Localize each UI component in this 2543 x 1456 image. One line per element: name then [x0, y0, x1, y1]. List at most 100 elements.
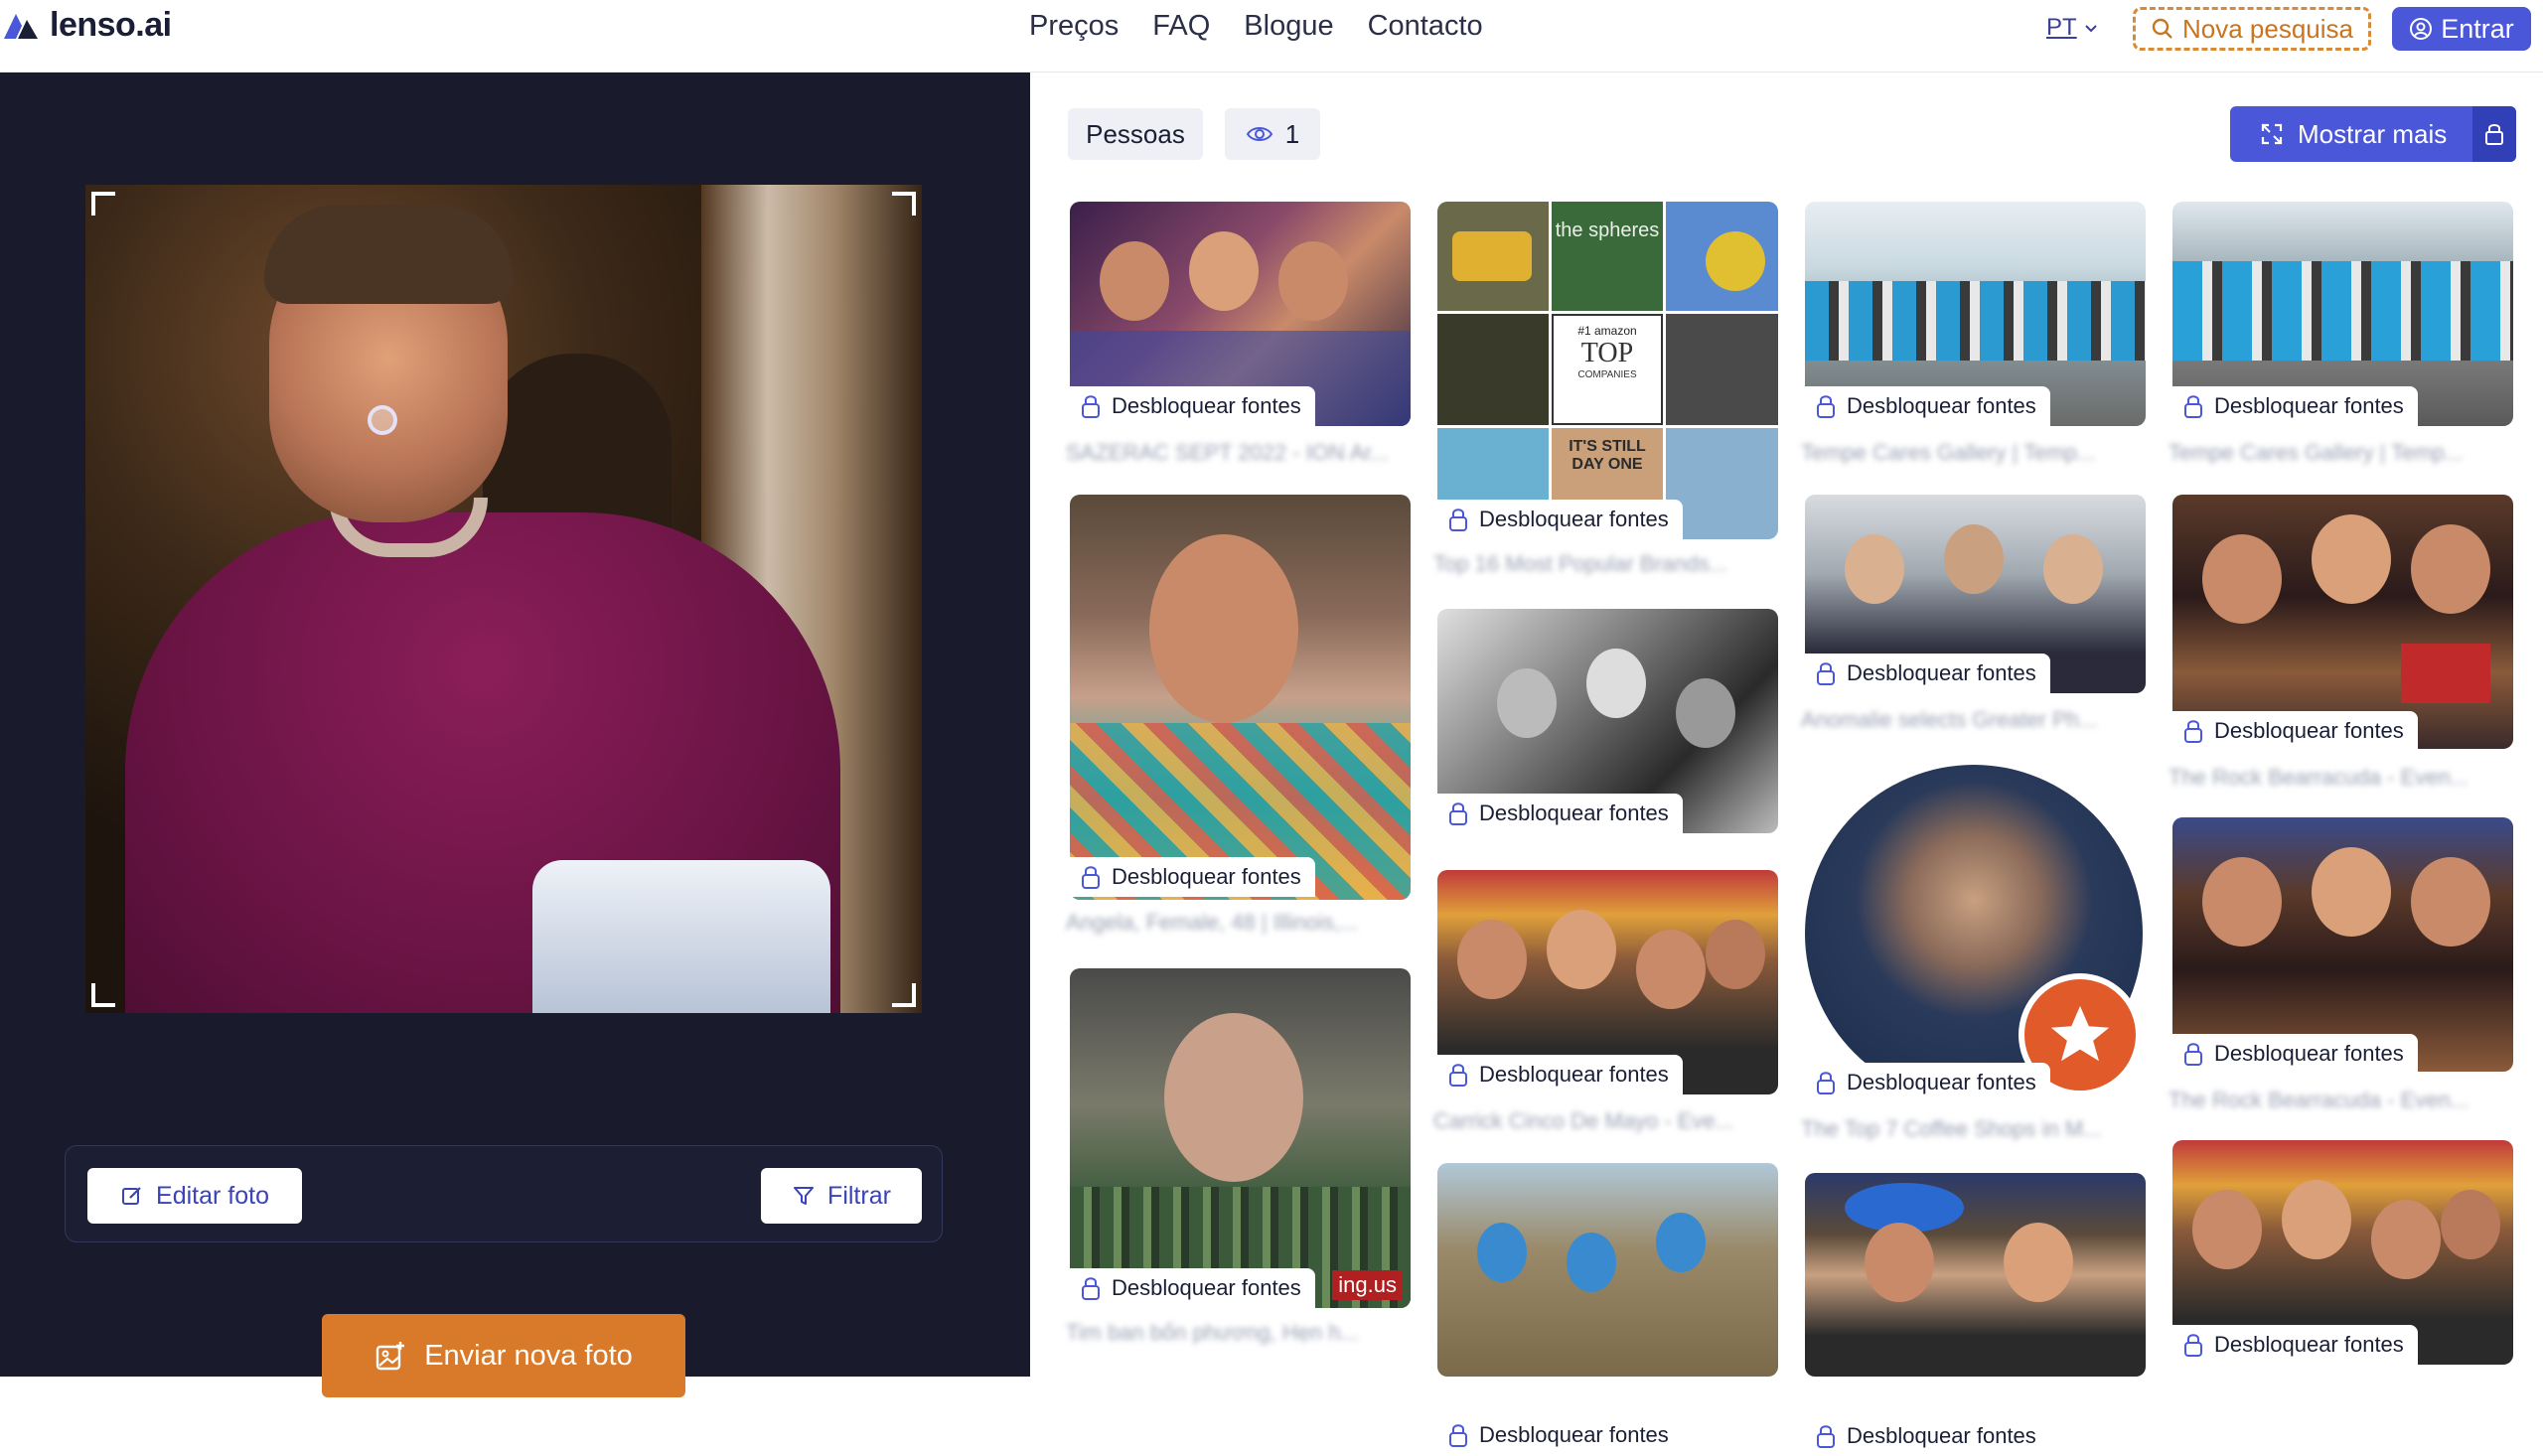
- logo[interactable]: lenso.ai: [2, 6, 172, 45]
- unlock-label: Desbloquear fontes: [1847, 393, 2036, 418]
- unlock-label: Desbloquear fontes: [2214, 718, 2404, 743]
- new-search-button[interactable]: Nova pesquisa: [2133, 7, 2371, 51]
- unlock-sources-button[interactable]: Desbloquear fontes: [1437, 1415, 1683, 1455]
- unlock-sources-button[interactable]: Desbloquear fontes: [1070, 1268, 1315, 1308]
- unlock-sources-button[interactable]: Desbloquear fontes: [1805, 386, 2050, 426]
- lock-icon: [1815, 393, 1837, 419]
- image-add-icon: [374, 1340, 406, 1372]
- lock-icon: [2182, 1041, 2204, 1067]
- lock-icon: [2182, 1332, 2204, 1358]
- unlock-label: Desbloquear fontes: [1479, 801, 1669, 825]
- result-caption: Angela, Female, 48 | Illinois,...: [1066, 910, 1359, 935]
- result-caption: SAZERAC SEPT 2022 - ION Ar...: [1066, 440, 1389, 465]
- crop-handle-top-right[interactable]: [892, 192, 916, 216]
- unlock-label: Desbloquear fontes: [1479, 1062, 1669, 1087]
- unlock-label: Desbloquear fontes: [2214, 1041, 2404, 1066]
- lock-icon: [2182, 718, 2204, 744]
- lock-icon: [1080, 864, 1102, 890]
- unlock-label: Desbloquear fontes: [2214, 1332, 2404, 1357]
- unlock-label: Desbloquear fontes: [1112, 864, 1301, 889]
- lock-icon: [1080, 393, 1102, 419]
- nav-faq[interactable]: FAQ: [1152, 10, 1210, 43]
- unlock-label: Desbloquear fontes: [1847, 1070, 2036, 1094]
- unlock-sources-button[interactable]: Desbloquear fontes: [1437, 1055, 1683, 1094]
- results-panel: Pessoas 1 Mostrar mais Desbloquear fonte…: [1030, 73, 2543, 1456]
- watermark-label: ing.us: [1332, 1270, 1403, 1300]
- show-more-label: Mostrar mais: [2298, 118, 2448, 149]
- crop-handle-bottom-left[interactable]: [91, 983, 115, 1007]
- views-count: 1: [1284, 118, 1300, 149]
- login-label: Entrar: [2441, 13, 2514, 44]
- user-icon: [2409, 17, 2433, 41]
- result-caption: Carrick Cinco De Mayo - Eve...: [1433, 1108, 1733, 1133]
- unlock-label: Desbloquear fontes: [1112, 1275, 1301, 1300]
- eye-icon: [1246, 124, 1273, 144]
- result-thumbnail[interactable]: ing.us: [1070, 968, 1411, 1308]
- upload-label: Enviar nova foto: [424, 1339, 633, 1372]
- chevron-down-icon: [2083, 22, 2099, 34]
- unlock-label: Desbloquear fontes: [1479, 1422, 1669, 1447]
- top-navigation: lenso.ai Preços FAQ Blogue Contacto PT N…: [0, 0, 2543, 73]
- result-thumbnail[interactable]: [1070, 495, 1411, 900]
- unlock-label: Desbloquear fontes: [1847, 1423, 2036, 1448]
- result-thumbnail[interactable]: [1805, 1173, 2146, 1377]
- lock-icon: [2472, 106, 2516, 162]
- result-thumbnail[interactable]: [1437, 1163, 1778, 1377]
- unlock-label: Desbloquear fontes: [1112, 393, 1301, 418]
- new-search-label: Nova pesquisa: [2182, 13, 2353, 44]
- result-caption: Anomalie selects Greater Ph...: [1801, 707, 2098, 732]
- views-counter[interactable]: 1: [1225, 108, 1320, 160]
- edit-icon: [120, 1184, 144, 1208]
- search-icon: [2151, 17, 2174, 41]
- unlock-sources-button[interactable]: Desbloquear fontes: [1070, 857, 1315, 897]
- face-marker[interactable]: [368, 405, 397, 435]
- language-code: PT: [2046, 14, 2077, 41]
- upload-new-photo-button[interactable]: Enviar nova foto: [322, 1314, 685, 1397]
- lock-icon: [1447, 801, 1469, 826]
- unlock-sources-button[interactable]: Desbloquear fontes: [1805, 654, 2050, 693]
- show-more-button[interactable]: Mostrar mais: [2230, 106, 2516, 162]
- collage-text: the spheres: [1552, 202, 1663, 311]
- unlock-sources-button[interactable]: Desbloquear fontes: [1805, 1416, 2050, 1456]
- lock-icon: [1815, 1423, 1837, 1449]
- lock-icon: [1447, 507, 1469, 532]
- collage-text: TOP: [1580, 338, 1634, 368]
- unlock-sources-button[interactable]: Desbloquear fontes: [2172, 1325, 2418, 1365]
- filter-button[interactable]: Filtrar: [761, 1168, 922, 1224]
- edit-photo-button[interactable]: Editar foto: [87, 1168, 302, 1224]
- unlock-label: Desbloquear fontes: [1847, 660, 2036, 685]
- unlock-sources-button[interactable]: Desbloquear fontes: [1805, 1063, 2050, 1102]
- main-nav: Preços FAQ Blogue Contacto: [1029, 10, 1483, 43]
- login-button[interactable]: Entrar: [2392, 7, 2531, 51]
- unlock-label: Desbloquear fontes: [2214, 393, 2404, 418]
- collage-text: #1 amazon: [1577, 324, 1637, 338]
- uploaded-photo-panel: Editar foto Filtrar Enviar nova foto: [0, 73, 1030, 1397]
- unlock-sources-button[interactable]: Desbloquear fontes: [1070, 386, 1315, 426]
- filter-label: Filtrar: [827, 1181, 891, 1210]
- lock-icon: [2182, 393, 2204, 419]
- nav-blog[interactable]: Blogue: [1244, 10, 1333, 43]
- crop-handle-bottom-right[interactable]: [892, 983, 916, 1007]
- logo-icon: [2, 11, 40, 41]
- result-caption: Tempe Cares Gallery | Temp...: [2169, 440, 2464, 465]
- result-thumbnail[interactable]: the spheres #1 amazon TOP COMPANIES IT'S…: [1437, 202, 1778, 539]
- result-thumbnail[interactable]: [1805, 765, 2146, 1102]
- unlock-sources-button[interactable]: Desbloquear fontes: [2172, 386, 2418, 426]
- nav-contact[interactable]: Contacto: [1368, 10, 1483, 43]
- unlock-sources-button[interactable]: Desbloquear fontes: [2172, 1034, 2418, 1074]
- unlock-sources-button[interactable]: Desbloquear fontes: [1437, 794, 1683, 833]
- filter-icon: [792, 1184, 816, 1208]
- unlock-label: Desbloquear fontes: [1479, 507, 1669, 531]
- result-caption: Top 16 Most Popular Brands...: [1433, 551, 1727, 576]
- edit-photo-label: Editar foto: [156, 1181, 269, 1210]
- collage-text: COMPANIES: [1577, 369, 1637, 380]
- language-selector[interactable]: PT: [2046, 14, 2099, 42]
- crop-handle-top-left[interactable]: [91, 192, 115, 216]
- unlock-sources-button[interactable]: Desbloquear fontes: [2172, 711, 2418, 751]
- nav-pricing[interactable]: Preços: [1029, 10, 1119, 43]
- people-label: Pessoas: [1086, 118, 1185, 149]
- result-caption: Tempe Cares Gallery | Temp...: [1801, 440, 2096, 465]
- result-caption: The Rock Bearracuda - Even...: [2169, 765, 2469, 790]
- unlock-sources-button[interactable]: Desbloquear fontes: [1437, 500, 1683, 539]
- people-filter-chip[interactable]: Pessoas: [1068, 108, 1203, 160]
